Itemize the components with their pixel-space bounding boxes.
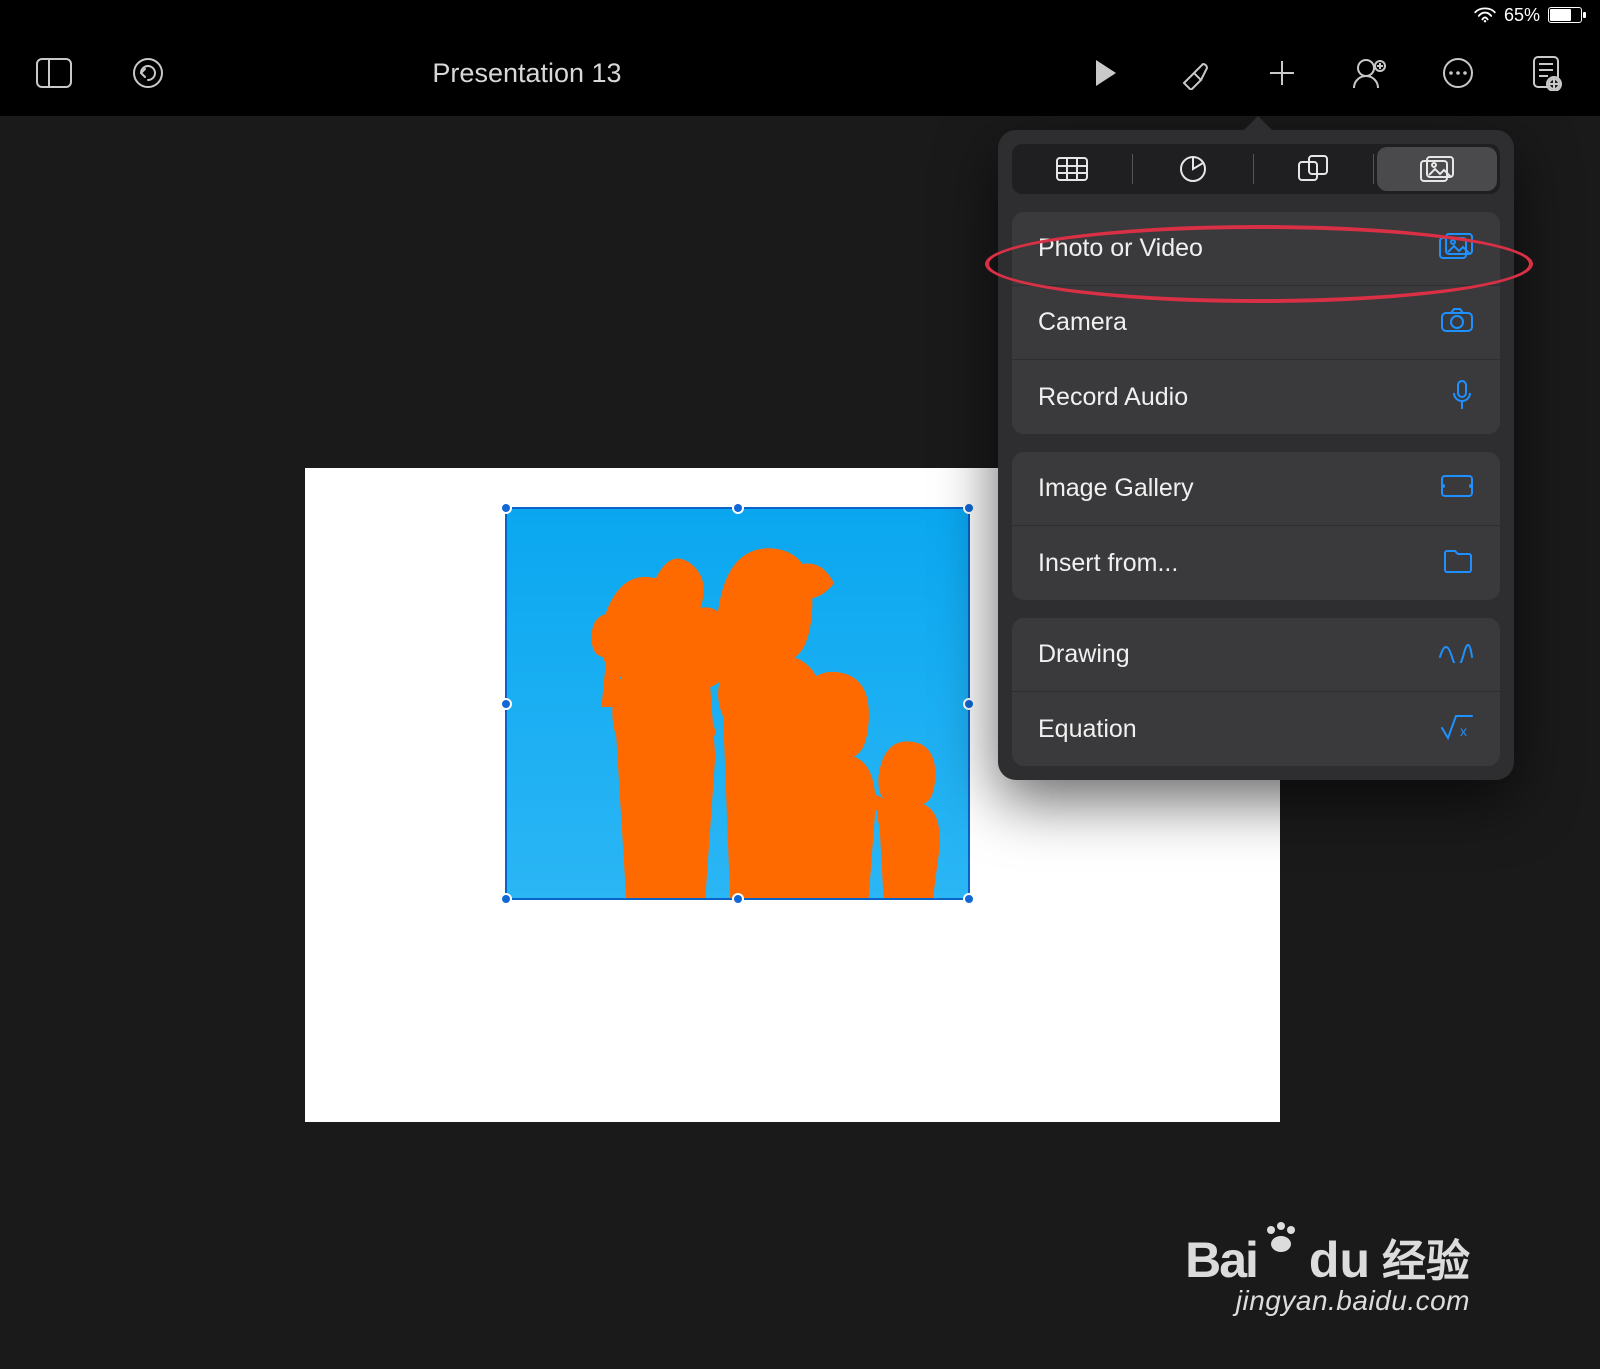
- watermark-sub: jingyan.baidu.com: [1185, 1285, 1470, 1317]
- menu-group-create: Drawing Equation x: [1012, 618, 1500, 766]
- tab-shapes[interactable]: [1254, 144, 1374, 194]
- resize-handle[interactable]: [500, 893, 512, 905]
- collaborate-icon[interactable]: [1350, 53, 1390, 93]
- menu-label: Photo or Video: [1038, 234, 1438, 263]
- menu-camera[interactable]: Camera: [1012, 286, 1500, 360]
- menu-record-audio[interactable]: Record Audio: [1012, 360, 1500, 434]
- photo-video-icon: [1438, 232, 1474, 265]
- top-toolbar: Presentation 13: [0, 30, 1600, 116]
- menu-photo-or-video[interactable]: Photo or Video: [1012, 212, 1500, 286]
- tab-tables[interactable]: [1012, 144, 1132, 194]
- document-title[interactable]: Presentation 13: [24, 58, 1030, 89]
- watermark: Bai du 经验 jingyan.baidu.com: [1185, 1220, 1470, 1317]
- mic-icon: [1450, 379, 1474, 416]
- format-brush-icon[interactable]: [1174, 53, 1214, 93]
- menu-label: Image Gallery: [1038, 474, 1440, 503]
- menu-group-insert: Image Gallery Insert from...: [1012, 452, 1500, 600]
- family-silhouette: [507, 509, 968, 898]
- battery-percent: 65%: [1504, 5, 1540, 26]
- resize-handle[interactable]: [732, 893, 744, 905]
- resize-handle[interactable]: [963, 698, 975, 710]
- menu-label: Equation: [1038, 715, 1440, 744]
- document-settings-icon[interactable]: [1526, 53, 1566, 93]
- scribble-icon: [1438, 641, 1474, 668]
- paw-icon: [1263, 1220, 1299, 1261]
- battery-icon: [1548, 7, 1582, 23]
- tab-charts[interactable]: [1133, 144, 1253, 194]
- watermark-brand-right: du: [1309, 1231, 1370, 1289]
- menu-label: Drawing: [1038, 640, 1438, 669]
- watermark-brand-cn: 经验: [1382, 1225, 1470, 1289]
- status-bar: 65%: [0, 0, 1600, 30]
- camera-icon: [1440, 307, 1474, 338]
- menu-label: Insert from...: [1038, 549, 1442, 578]
- resize-handle[interactable]: [500, 698, 512, 710]
- watermark-brand-left: Bai: [1185, 1231, 1257, 1289]
- menu-label: Record Audio: [1038, 383, 1450, 412]
- menu-drawing[interactable]: Drawing: [1012, 618, 1500, 692]
- insert-popover: Photo or Video Camera Record Audio I: [998, 130, 1514, 780]
- wifi-icon: [1474, 7, 1496, 23]
- svg-text:x: x: [1460, 723, 1467, 739]
- gallery-icon: [1440, 474, 1474, 503]
- folder-icon: [1442, 548, 1474, 579]
- equation-icon: x: [1440, 714, 1474, 745]
- selected-image[interactable]: [505, 507, 970, 900]
- menu-group-media: Photo or Video Camera Record Audio: [1012, 212, 1500, 434]
- more-icon[interactable]: [1438, 53, 1478, 93]
- menu-insert-from[interactable]: Insert from...: [1012, 526, 1500, 600]
- resize-handle[interactable]: [963, 502, 975, 514]
- tab-media[interactable]: [1377, 147, 1497, 191]
- menu-label: Camera: [1038, 308, 1440, 337]
- resize-handle[interactable]: [732, 502, 744, 514]
- resize-handle[interactable]: [500, 502, 512, 514]
- menu-image-gallery[interactable]: Image Gallery: [1012, 452, 1500, 526]
- insert-plus-icon[interactable]: [1262, 53, 1302, 93]
- resize-handle[interactable]: [963, 893, 975, 905]
- menu-equation[interactable]: Equation x: [1012, 692, 1500, 766]
- insert-category-tabs: [1012, 144, 1500, 194]
- play-icon[interactable]: [1086, 53, 1126, 93]
